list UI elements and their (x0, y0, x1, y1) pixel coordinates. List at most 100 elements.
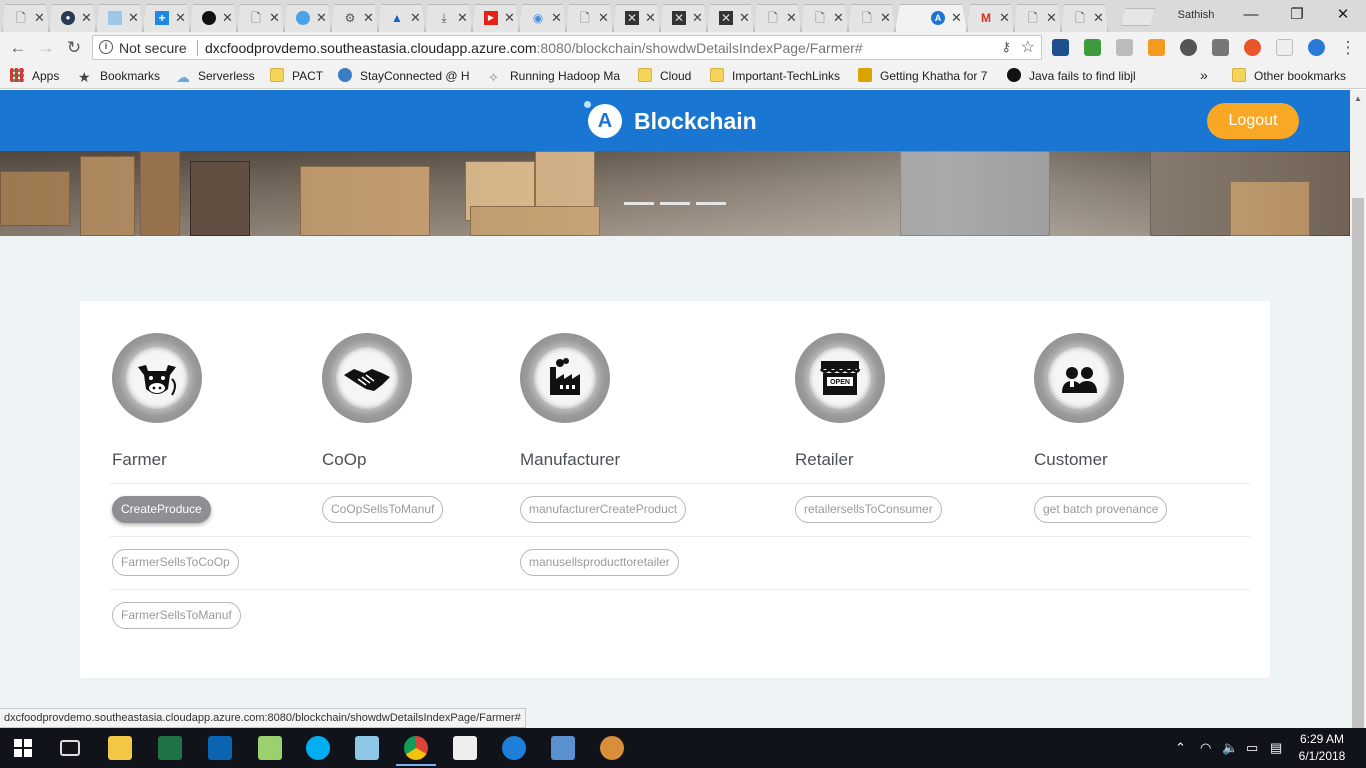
bookmark-bookmarks[interactable]: ★ Bookmarks (78, 68, 160, 84)
close-tab-icon[interactable]: ✕ (999, 10, 1010, 26)
extension-icon[interactable] (1148, 39, 1165, 56)
close-tab-icon[interactable]: ✕ (880, 10, 891, 26)
task-view-icon[interactable] (60, 740, 80, 756)
bookmark-stayconnected[interactable]: StayConnected @ H (338, 68, 470, 84)
browser-tab[interactable]: 🗋 ✕ (1014, 4, 1061, 32)
chrome-icon[interactable] (404, 736, 428, 760)
close-tab-icon[interactable]: ✕ (1046, 10, 1057, 26)
profile-name[interactable]: Sathish (1163, 7, 1229, 25)
close-tab-icon[interactable]: ✕ (833, 10, 844, 26)
app-icon[interactable] (355, 736, 379, 760)
browser-tab[interactable]: 🗋 ✕ (237, 4, 284, 32)
scroll-up-icon[interactable]: ▲ (1354, 94, 1362, 103)
volume-muted-icon[interactable]: 🔈 (1222, 740, 1238, 756)
close-tab-icon[interactable]: ✕ (504, 10, 515, 26)
browser-tab[interactable]: ✕ ✕ (707, 4, 754, 32)
outlook-icon[interactable] (208, 736, 232, 760)
browser-tab[interactable]: ▲ ✕ (378, 4, 425, 32)
browser-tab[interactable]: 🗋 ✕ (801, 4, 848, 32)
bookmark-serverless[interactable]: ☁ Serverless (176, 68, 255, 84)
close-tab-icon[interactable]: ✕ (269, 10, 280, 26)
browser-tab[interactable]: ◉ ✕ (519, 4, 566, 32)
scrollbar-thumb[interactable] (1352, 198, 1364, 746)
page-scrollbar[interactable]: ▲ (1350, 90, 1366, 746)
coop-sells-to-manuf-button[interactable]: CoOpSellsToManuf (322, 496, 444, 523)
taskbar-clock[interactable]: 6:29 AM 6/1/2018 (1290, 731, 1354, 765)
brand[interactable]: A Blockchain (584, 101, 757, 138)
manu-sells-product-to-retailer-button[interactable]: manusellsproducttoretailer (520, 549, 679, 576)
close-tab-icon[interactable]: ✕ (34, 10, 45, 26)
carousel-indicator[interactable] (696, 202, 726, 205)
close-tab-icon[interactable]: ✕ (739, 10, 750, 26)
bookmark-pact[interactable]: PACT (270, 68, 323, 84)
battery-icon[interactable]: ▭ (1246, 740, 1258, 756)
browser-tab[interactable]: M ✕ (967, 4, 1014, 32)
browser-tab[interactable]: ⚙ ✕ (331, 4, 378, 32)
start-icon[interactable] (14, 739, 32, 757)
get-batch-provenance-button[interactable]: get batch provenance (1034, 496, 1168, 523)
paint-icon[interactable] (600, 736, 624, 760)
browser-tab[interactable]: ✕ ✕ (660, 4, 707, 32)
bookmark-cloud[interactable]: Cloud (638, 68, 691, 84)
bookmark-star-icon[interactable]: ☆ (1021, 37, 1035, 57)
network-app-icon[interactable] (551, 736, 575, 760)
close-tab-icon[interactable]: ✕ (692, 10, 703, 26)
close-window-icon[interactable]: ✕ (1320, 4, 1366, 26)
extension-icon[interactable] (1116, 39, 1133, 56)
back-icon[interactable]: ← (6, 36, 30, 60)
browser-tab[interactable]: 🗋 ✕ (2, 4, 49, 32)
forward-icon[interactable]: → (34, 36, 58, 60)
manufacturer-role[interactable] (520, 333, 610, 423)
manufacturer-create-product-button[interactable]: manufacturerCreateProduct (520, 496, 687, 523)
menu-icon[interactable]: ⋮ (1336, 36, 1360, 60)
extension-icon[interactable] (1212, 39, 1229, 56)
logout-button[interactable]: Logout (1207, 103, 1299, 139)
close-tab-icon[interactable]: ✕ (81, 10, 92, 26)
minimize-icon[interactable]: — (1228, 4, 1274, 26)
browser-tab[interactable]: ▶ ✕ (472, 4, 519, 32)
restore-icon[interactable]: ❐ (1274, 4, 1320, 26)
browser-tab[interactable]: + ✕ (143, 4, 190, 32)
retailer-role[interactable]: OPEN (795, 333, 885, 423)
coop-role[interactable] (322, 333, 412, 423)
new-tab-button[interactable] (1121, 8, 1155, 26)
farmer-sells-to-coop-button[interactable]: FarmerSellsToCoOp (112, 549, 239, 576)
close-tab-icon[interactable]: ✕ (316, 10, 327, 26)
excel-icon[interactable] (158, 736, 182, 760)
bookmark-java[interactable]: Java fails to find libjl (1007, 68, 1136, 84)
tray-chevron-icon[interactable]: ⌃ (1175, 740, 1186, 756)
close-tab-icon[interactable]: ✕ (951, 10, 962, 26)
close-tab-icon[interactable]: ✕ (786, 10, 797, 26)
browser-tab[interactable]: ✕ ✕ (613, 4, 660, 32)
internet-explorer-icon[interactable] (502, 736, 526, 760)
farmer-role[interactable] (112, 333, 202, 423)
notification-icon[interactable]: ▤ (1270, 740, 1282, 756)
browser-tab[interactable]: ⤓ ✕ (425, 4, 472, 32)
bookmark-apps[interactable]: Apps (10, 68, 59, 84)
wifi-icon[interactable]: ◠ (1200, 740, 1211, 756)
extension-icon[interactable] (1180, 39, 1197, 56)
browser-tab[interactable]: 🗋 ✕ (566, 4, 613, 32)
skype-icon[interactable] (306, 736, 330, 760)
browser-tab[interactable]: 🗋 ✕ (1061, 4, 1108, 32)
close-tab-icon[interactable]: ✕ (410, 10, 421, 26)
close-tab-icon[interactable]: ✕ (222, 10, 233, 26)
file-explorer-icon[interactable] (108, 736, 132, 760)
browser-tab[interactable]: ✕ (96, 4, 143, 32)
address-bar[interactable]: i Not secure dxcfoodprovdemo.southeastas… (92, 35, 1042, 60)
bookmark-other[interactable]: Other bookmarks (1232, 68, 1346, 84)
close-tab-icon[interactable]: ✕ (128, 10, 139, 26)
close-tab-icon[interactable]: ✕ (363, 10, 374, 26)
extension-icon[interactable] (1276, 39, 1293, 56)
carousel-indicator[interactable] (660, 202, 690, 205)
browser-tab[interactable]: ✕ (190, 4, 237, 32)
close-tab-icon[interactable]: ✕ (551, 10, 562, 26)
carousel-indicator[interactable] (624, 202, 654, 205)
reload-icon[interactable]: ↻ (62, 36, 86, 60)
browser-tab[interactable]: ● ✕ (49, 4, 96, 32)
url-text[interactable]: dxcfoodprovdemo.southeastasia.cloudapp.a… (205, 40, 863, 56)
extension-icon[interactable] (1244, 39, 1261, 56)
key-icon[interactable]: ⚷ (1001, 39, 1011, 55)
close-tab-icon[interactable]: ✕ (645, 10, 656, 26)
close-tab-icon[interactable]: ✕ (457, 10, 468, 26)
